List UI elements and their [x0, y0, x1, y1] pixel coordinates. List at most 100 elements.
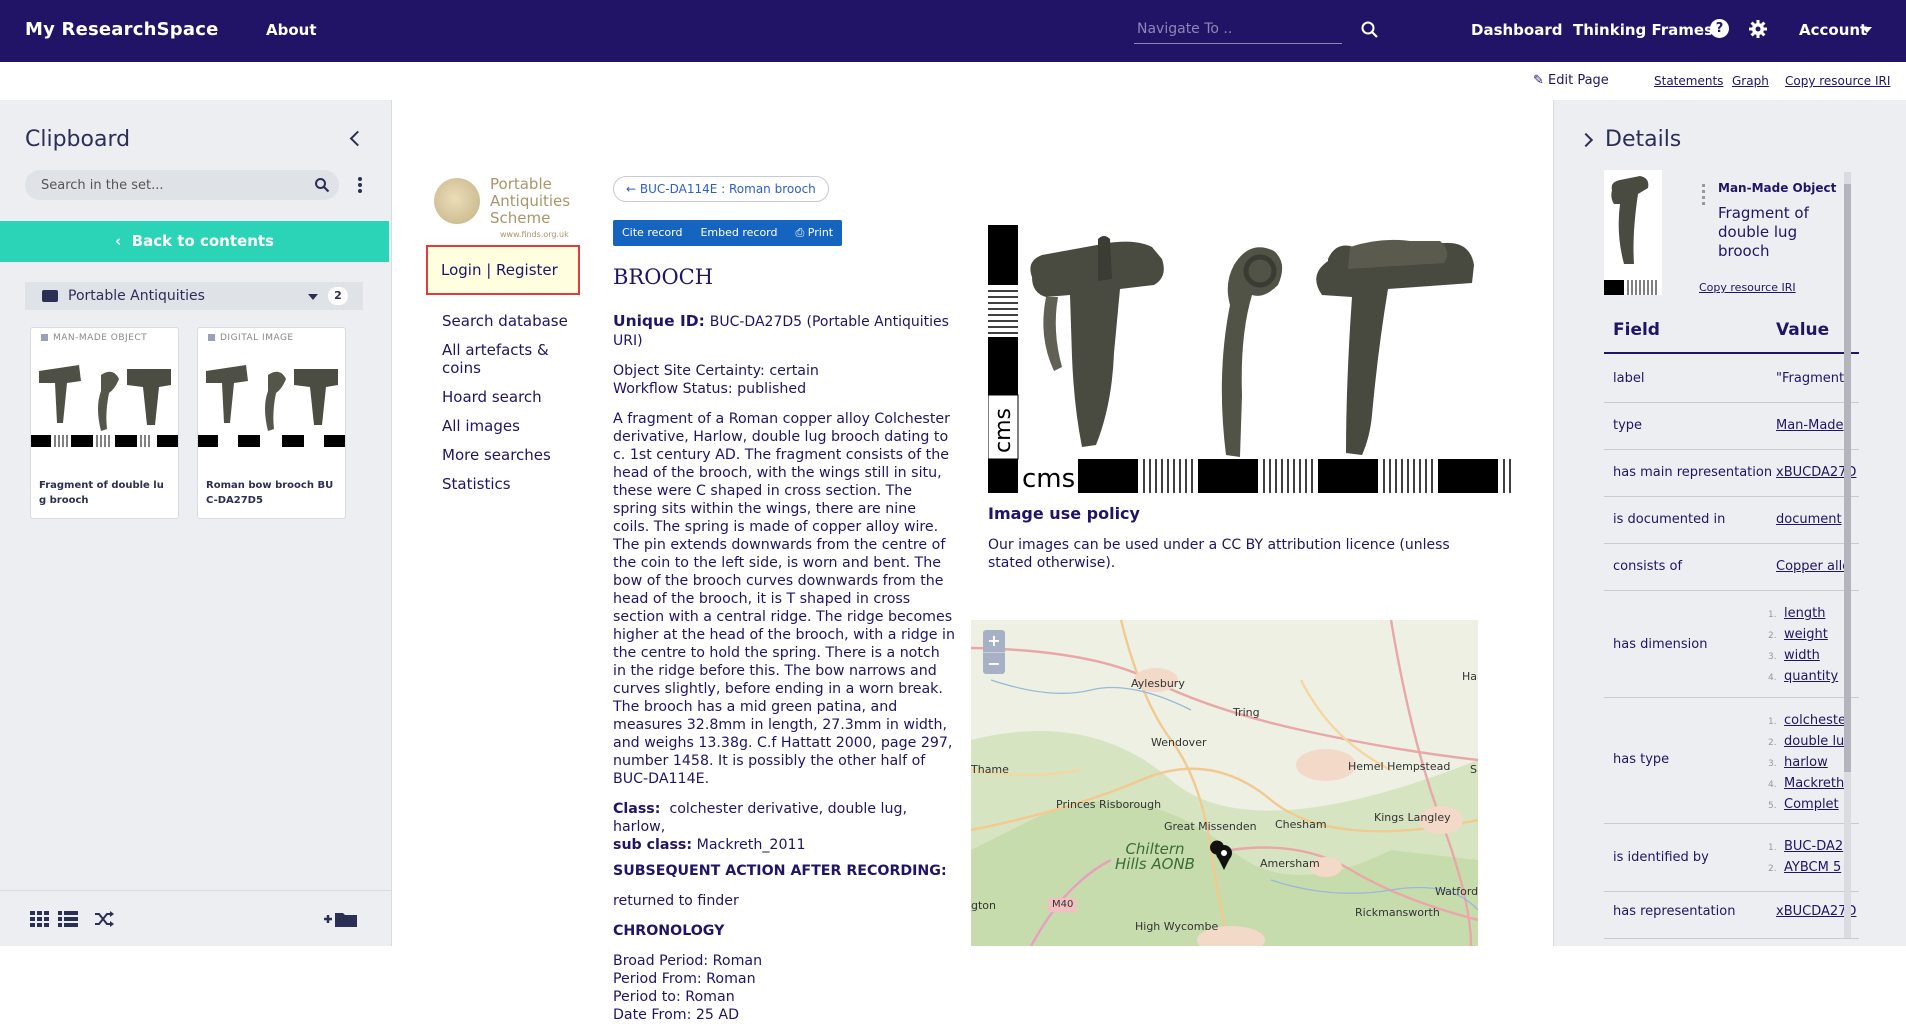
map-label: Great Missenden: [1164, 820, 1257, 833]
map-label: S: [1470, 763, 1477, 776]
table-row: type Man-Made: [1604, 403, 1859, 450]
help-icon[interactable]: ?: [1710, 19, 1729, 38]
statistics-link[interactable]: Statistics: [442, 475, 572, 493]
print-button[interactable]: ⎙ Print: [787, 220, 843, 246]
record-button-group: Cite record Embed record ⎙ Print: [613, 220, 843, 246]
graph-link[interactable]: Graph: [1732, 74, 1769, 88]
clipboard-item[interactable]: DIGITAL IMAGE Roman bow brooch BUC-DA27D…: [197, 327, 346, 519]
value-link[interactable]: document: [1776, 512, 1842, 527]
class-label: Class:: [613, 801, 661, 817]
value-link[interactable]: double lu: [1784, 734, 1844, 749]
embed-record-button[interactable]: Embed record: [691, 220, 786, 246]
value-link[interactable]: colcheste: [1784, 713, 1846, 728]
chevron-down-icon[interactable]: [1862, 27, 1872, 33]
value-link[interactable]: Copper allo: [1776, 559, 1850, 574]
shuffle-icon[interactable]: [94, 911, 114, 927]
hoard-search-link[interactable]: Hoard search: [442, 388, 572, 406]
table-row: has main representation xBUCDA27D: [1604, 450, 1859, 497]
value-list: 1. length 2. weight 3. width 4. quantity: [1768, 606, 1839, 684]
chevron-left-icon[interactable]: [349, 130, 366, 147]
print-icon: ⎙: [795, 226, 808, 239]
clipboard-search-input[interactable]: Search in the set...: [25, 170, 339, 200]
map-label: Thame: [971, 763, 1009, 776]
grid-view-icon[interactable]: [30, 911, 50, 927]
previous-record-link[interactable]: ← BUC-DA114E : Roman brooch: [613, 176, 829, 202]
value-link[interactable]: weight: [1784, 627, 1828, 642]
workflow-status: Workflow Status: published: [613, 381, 807, 397]
record-details: Unique ID: BUC-DA27D5 (Portable Antiquit…: [613, 312, 955, 1036]
details-title: Details: [1605, 127, 1682, 152]
chevron-right-icon[interactable]: [1578, 132, 1594, 148]
back-to-contents-label: Back to contents: [131, 232, 274, 250]
about-link[interactable]: About: [266, 21, 317, 39]
table-row: has dimension 1. length 2. weight 3. width …: [1604, 591, 1859, 698]
value-link[interactable]: Complet: [1784, 797, 1839, 812]
navigate-to-input[interactable]: Navigate To ..: [1134, 14, 1342, 44]
details-scrollbar[interactable]: [1844, 172, 1851, 938]
value-link[interactable]: width: [1784, 648, 1820, 663]
thinking-frames-link[interactable]: Thinking Frames: [1573, 21, 1713, 39]
findspot-map[interactable]: + − Aylesbury Tring Wendover Thame Hemel…: [971, 620, 1478, 946]
item-kind: MAN-MADE OBJECT: [41, 333, 147, 343]
pas-logo[interactable]: Portable Antiquities Scheme www.finds.or…: [430, 170, 580, 242]
field-cell: has representation: [1613, 904, 1736, 919]
copy-resource-iri-link[interactable]: Copy resource IRI: [1699, 281, 1796, 294]
pas-side-nav: Search database All artefacts & coins Ho…: [442, 312, 572, 504]
value-header: Value: [1776, 320, 1830, 340]
account-menu[interactable]: Account: [1799, 21, 1867, 39]
item-label: Fragment of double lug brooch: [39, 480, 164, 506]
search-icon[interactable]: [1360, 20, 1380, 40]
details-panel: Details Man-Made Object Fragment of doub…: [1553, 100, 1906, 946]
login-register-link[interactable]: Login | Register: [426, 245, 580, 295]
back-to-contents-button[interactable]: ‹ Back to contents: [0, 221, 389, 262]
resource-type: Man-Made Object: [1718, 181, 1837, 195]
map-label: Rickmansworth: [1355, 906, 1440, 919]
field-cell: has type: [1613, 752, 1670, 767]
table-header: Field Value: [1604, 308, 1859, 354]
value-link[interactable]: quantity: [1784, 669, 1838, 684]
brand-link[interactable]: My ResearchSpace: [25, 19, 218, 40]
value-list: 1. colcheste 2. double lu 3. harlow 4. Mackr…: [1768, 713, 1846, 812]
value-link[interactable]: AYBCM 5: [1784, 860, 1841, 875]
scrollbar-thumb[interactable]: [1844, 184, 1851, 772]
search-database-link[interactable]: Search database: [442, 312, 572, 330]
more-searches-link[interactable]: More searches: [442, 446, 572, 464]
value-link[interactable]: BUC-DA2: [1784, 839, 1843, 854]
all-images-link[interactable]: All images: [442, 417, 572, 435]
set-count-badge: 2: [328, 287, 348, 305]
broad-period: Broad Period: Roman: [613, 953, 763, 969]
dashboard-link[interactable]: Dashboard: [1471, 21, 1562, 39]
drag-handle-icon[interactable]: [1702, 184, 1708, 208]
zoom-in-button[interactable]: +: [983, 630, 1005, 652]
value-list: 1. BUC-DA2 2. AYBCM 5: [1768, 839, 1844, 875]
list-view-icon[interactable]: [58, 911, 78, 927]
subclass-value: Mackreth_2011: [696, 837, 806, 853]
field-cell: is documented in: [1613, 512, 1726, 527]
zoom-out-button[interactable]: −: [983, 652, 1005, 674]
statements-link[interactable]: Statements: [1654, 74, 1723, 88]
set-selector[interactable]: Portable Antiquities 2: [25, 282, 363, 310]
cite-record-button[interactable]: Cite record: [613, 220, 691, 246]
search-icon[interactable]: [314, 177, 330, 193]
brooch-photo[interactable]: cms cms: [988, 225, 1518, 493]
description: A fragment of a Roman copper alloy Colch…: [613, 411, 955, 787]
all-artefacts-link[interactable]: All artefacts & coins: [442, 341, 552, 377]
value-link[interactable]: harlow: [1784, 755, 1828, 770]
add-folder-icon[interactable]: [324, 911, 358, 927]
folder-icon: [42, 290, 58, 302]
value-link[interactable]: length: [1784, 606, 1825, 621]
resource-thumbnail[interactable]: [1604, 170, 1662, 295]
more-options-icon[interactable]: [358, 177, 362, 195]
gear-icon[interactable]: [1748, 19, 1768, 39]
map-label: Ha: [1462, 670, 1478, 683]
clipboard-item[interactable]: MAN-MADE OBJECT Fragment of double lug b…: [30, 327, 179, 519]
value-link[interactable]: Mackreth: [1784, 776, 1844, 791]
field-cell: label: [1613, 371, 1645, 386]
copy-resource-iri-link[interactable]: Copy resource IRI: [1785, 74, 1890, 88]
period-to: Period to: Roman: [613, 989, 735, 1005]
edit-page-link[interactable]: ✎ Edit Page: [1533, 73, 1609, 88]
field-cell: consists of: [1613, 559, 1683, 574]
scale-label-horizontal: cms: [1022, 464, 1075, 493]
value-link[interactable]: Man-Made: [1776, 418, 1844, 433]
chevron-down-icon[interactable]: [308, 294, 318, 300]
